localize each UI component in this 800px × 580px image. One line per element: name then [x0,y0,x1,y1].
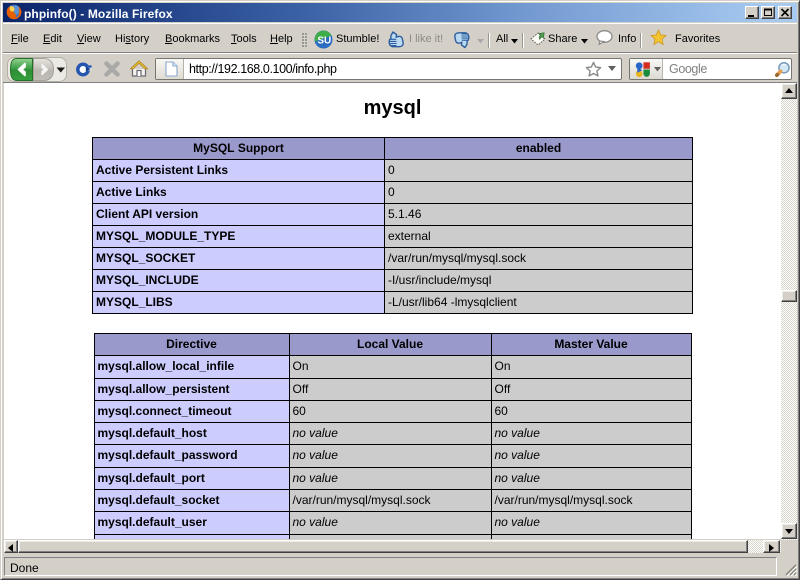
svg-text:SU: SU [317,35,331,46]
